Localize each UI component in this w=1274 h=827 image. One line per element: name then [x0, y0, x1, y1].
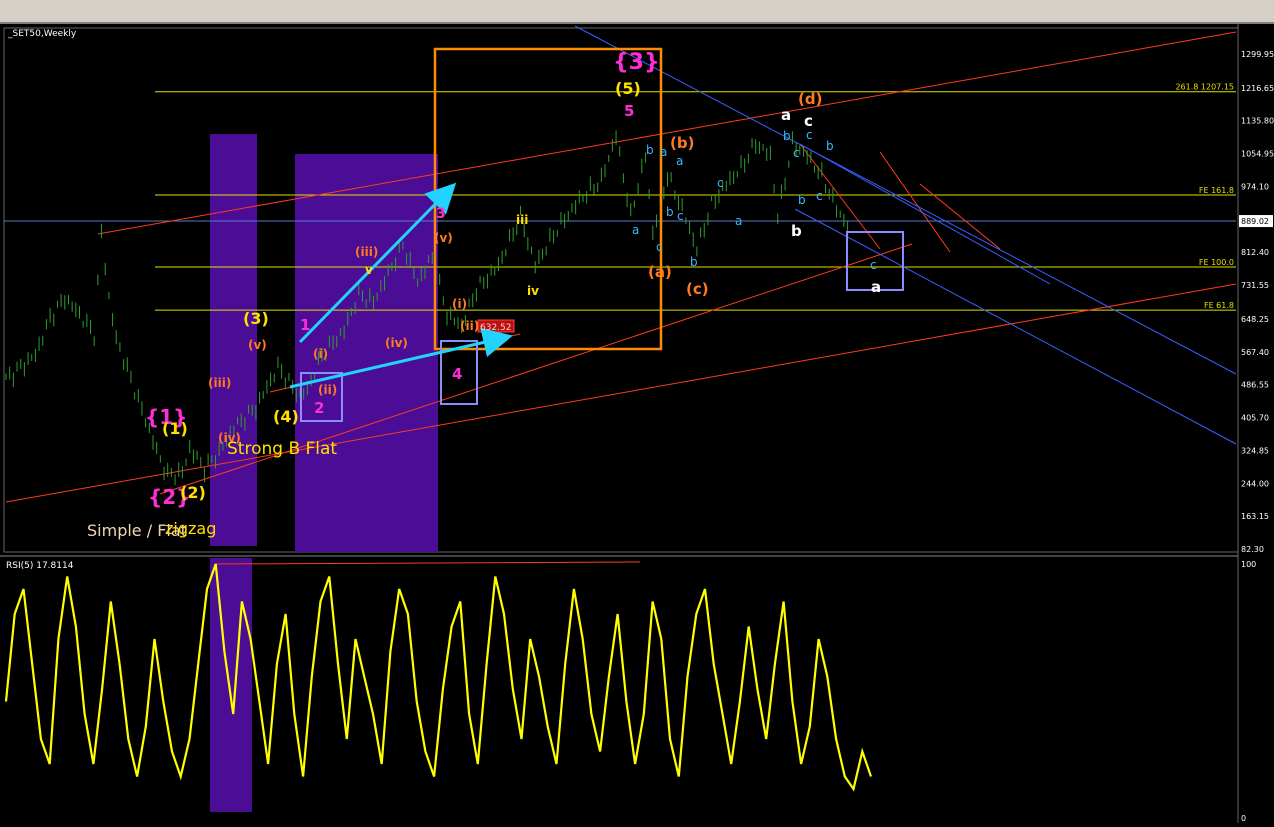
- wave-label: (2): [180, 483, 206, 502]
- price-tick-label: 812.40: [1241, 248, 1269, 257]
- rsi-shaded-zone: [210, 558, 252, 812]
- wave-label: 3: [436, 206, 446, 222]
- wave-label: (c): [686, 280, 709, 298]
- rsi-line: [4, 563, 873, 792]
- chart-annotation: Strong B Flat: [227, 439, 337, 459]
- wave-label: (ii): [318, 383, 337, 397]
- small-wave-letter: c: [816, 189, 823, 203]
- fib-label: FE 61.8: [1204, 301, 1234, 310]
- wave-label: (iii): [208, 376, 231, 390]
- small-wave-letter: b: [690, 255, 698, 269]
- small-wave-letter: c: [870, 258, 877, 272]
- price-tick-label: 567.40: [1241, 348, 1269, 357]
- small-wave-letter: a: [676, 154, 683, 168]
- chart-root: 261.8 1207.15 FE 161.8 FE 100.0 FE 61.8 {1}…: [0, 24, 1274, 823]
- fib-label: FE 161.8: [1199, 186, 1234, 195]
- wave-label: (v): [434, 231, 453, 245]
- chart-annotation: zigzag: [165, 519, 216, 538]
- small-wave-letter: c: [656, 240, 663, 254]
- wave-label: (1): [162, 419, 188, 438]
- wave-label: (b): [670, 134, 694, 152]
- wave-label: a: [871, 278, 881, 296]
- price-tick-label: 324.85: [1241, 446, 1269, 455]
- rsi-label: RSI(5) 17.8114: [6, 561, 74, 571]
- wave-label: (3): [243, 309, 269, 328]
- wave-label: 2: [314, 399, 324, 417]
- small-wave-letter: c: [806, 128, 813, 142]
- wave-label: iii: [516, 213, 528, 227]
- wave-label: (ii): [460, 319, 479, 333]
- window-top-bar: [0, 0, 1274, 24]
- wave-label: (iv): [385, 336, 408, 350]
- price-axis: 1299.95 1216.65 1135.80 1054.95 974.10 812.40…: [1239, 50, 1274, 554]
- price-tick-label: 1216.65: [1241, 84, 1274, 93]
- price-tick-label: 244.00: [1241, 479, 1269, 488]
- small-wave-letter: b: [783, 129, 791, 143]
- wave-label: a: [781, 106, 791, 124]
- red-channel-line: [879, 151, 951, 253]
- wave-label: iv: [527, 284, 539, 298]
- price-tick-label: 405.70: [1241, 414, 1269, 423]
- wave-label: 4: [452, 365, 462, 383]
- wave-label: (4): [273, 407, 299, 426]
- small-wave-letter: c: [717, 176, 724, 190]
- blue-channel-line: [574, 25, 1237, 375]
- small-wave-letter: b: [646, 143, 654, 157]
- wave-label: (v): [248, 338, 267, 352]
- small-wave-letter: c: [793, 146, 800, 160]
- rsi-tick-0: 0: [1241, 814, 1246, 823]
- wave-label: (d): [798, 90, 822, 108]
- price-tick-label: 486.55: [1241, 381, 1269, 390]
- rsi-tick-100: 100: [1241, 560, 1256, 569]
- wave-label: v: [365, 263, 373, 277]
- symbol-label: _SET50,Weekly: [7, 29, 77, 39]
- small-wave-letter: a: [660, 145, 667, 159]
- price-tick-label: 648.25: [1241, 315, 1269, 324]
- rsi-trendline: [214, 561, 641, 565]
- price-chart-svg: 261.8 1207.15FE 161.8FE 100.0FE 61.8 {1}…: [0, 24, 1274, 823]
- small-wave-letter: b: [798, 193, 806, 207]
- fib-label: 261.8 1207.15: [1175, 83, 1234, 92]
- red-channel-line: [97, 31, 1237, 235]
- price-tick-label: 1054.95: [1241, 150, 1274, 159]
- wave-label: (iii): [355, 245, 378, 259]
- fib-label: FE 100.0: [1199, 258, 1234, 267]
- wave-label: (5): [615, 79, 641, 98]
- chart-annotation: 632.52: [480, 323, 512, 333]
- red-channel-line: [5, 283, 1237, 503]
- price-tick-label: 1135.80: [1241, 117, 1274, 126]
- wave-label: 5: [624, 102, 634, 120]
- small-wave-letter: b: [826, 139, 834, 153]
- price-tick-label: 163.15: [1241, 512, 1269, 521]
- wave-label: (a): [648, 263, 672, 281]
- blue-channel-line: [799, 143, 1051, 285]
- small-wave-letter: c: [677, 209, 684, 223]
- fib-lines-group: 261.8 1207.15 FE 161.8 FE 100.0 FE 61.8: [4, 83, 1236, 311]
- wave-label: b: [791, 222, 802, 240]
- wave-label: (i): [313, 347, 328, 361]
- price-tick-label: 1299.95: [1241, 50, 1274, 59]
- rsi-series-group: [4, 563, 873, 792]
- price-tick-label: 974.10: [1241, 182, 1269, 191]
- current-price-label: 889.02: [1241, 217, 1269, 226]
- wave-label: (i): [452, 297, 467, 311]
- small-wave-letter: a: [735, 214, 742, 228]
- small-wave-letter: a: [632, 223, 639, 237]
- blue-channel-line: [794, 208, 1237, 445]
- price-tick-label: 82.30: [1241, 545, 1264, 554]
- wave-label: 1: [300, 316, 310, 334]
- price-tick-label: 731.55: [1241, 281, 1269, 290]
- wave-label: {3}: [613, 50, 660, 75]
- small-wave-letter: b: [666, 205, 674, 219]
- main-panel-frame: [3, 27, 1239, 553]
- red-channel-line: [919, 183, 1001, 250]
